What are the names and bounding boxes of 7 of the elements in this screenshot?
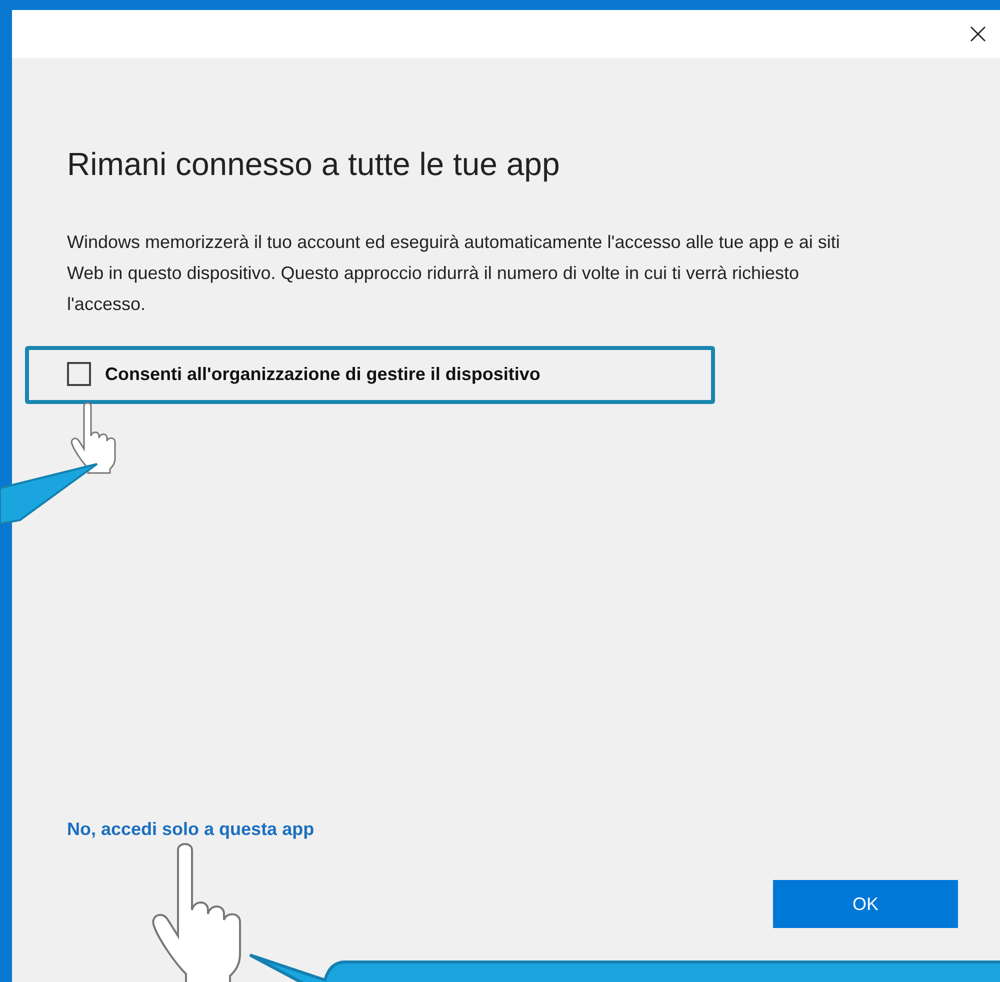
sign-in-app-only-link[interactable]: No, accedi solo a questa app	[67, 819, 314, 840]
ok-button[interactable]: OK	[773, 880, 958, 928]
description-text: Windows memorizzerà il tuo account ed eseguirà automaticamente l'accesso alle tue app e ai siti Web in questo dispositivo. Questo approccio ridurrà il numero di volte in cui ti verrà richiesto l'accesso.	[67, 231, 841, 316]
close-icon[interactable]	[970, 26, 986, 42]
dialog-heading: Rimani connesso a tutte le tue app	[67, 146, 561, 183]
checkbox[interactable]	[67, 362, 91, 386]
checkbox-label: Consenti all'organizzazione di gestire il dispositivo	[105, 364, 540, 384]
